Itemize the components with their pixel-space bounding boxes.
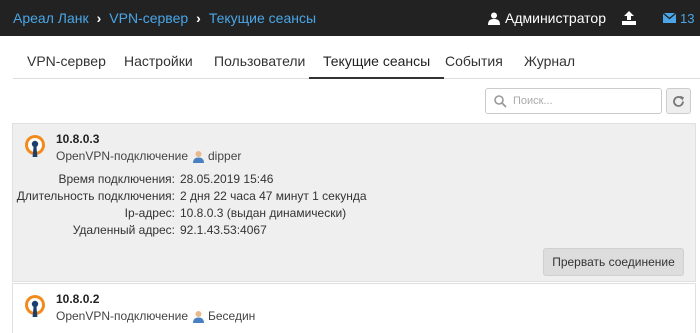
breadcrumb-separator-icon: › [96, 10, 102, 26]
tab-vpn-server[interactable]: VPN-сервер [13, 45, 120, 79]
tab-log[interactable]: Журнал [510, 45, 589, 79]
detail-label: Удаленный адрес: [72, 223, 175, 237]
breadcrumb-vpn-link[interactable]: VPN-сервер [109, 10, 188, 26]
detail-label: Ip-адрес: [124, 206, 175, 220]
session-ip-title: 10.8.0.2 [56, 292, 100, 306]
messages-button[interactable]: 13 [663, 0, 694, 36]
session-user: Беседин [208, 309, 256, 323]
search-box [485, 88, 662, 114]
refresh-icon [673, 95, 684, 107]
user-icon [488, 12, 500, 25]
session-user: dipper [208, 149, 242, 163]
detail-value: 2 дня 22 часа 47 минут 1 секунда [180, 189, 367, 203]
session-card: 10.8.0.3 OpenVPN-подключение dipper Врем… [12, 123, 696, 282]
user-menu[interactable]: Администратор [488, 0, 606, 36]
detail-value: 10.8.0.3 (выдан динамически) [180, 206, 347, 220]
search-icon [494, 95, 507, 108]
detail-label: Длительность подключения: [16, 189, 175, 203]
tab-current-sessions[interactable]: Текущие сеансы [309, 45, 445, 79]
user-avatar-icon [193, 150, 204, 163]
user-avatar-icon [193, 310, 204, 323]
tab-events[interactable]: События [431, 45, 517, 79]
breadcrumb-current[interactable]: Текущие сеансы [209, 10, 316, 26]
session-ip-title: 10.8.0.3 [56, 132, 100, 146]
refresh-button[interactable] [666, 88, 691, 114]
connection-type: OpenVPN-подключение [56, 149, 188, 163]
upload-icon [622, 11, 636, 25]
connection-type: OpenVPN-подключение [56, 309, 188, 323]
detail-label: Время подключения: [58, 172, 175, 186]
session-subtitle: OpenVPN-подключение Беседин [56, 309, 255, 323]
tab-bar: VPN-сервер Настройки Пользователи Текущи… [13, 45, 700, 79]
openvpn-icon [25, 135, 45, 157]
breadcrumb-root-link[interactable]: Ареал Ланк [13, 10, 89, 26]
tab-users[interactable]: Пользователи [200, 45, 319, 79]
top-bar: Ареал Ланк › VPN-сервер › Текущие сеансы… [0, 0, 700, 36]
search-input[interactable] [513, 91, 658, 111]
upload-button[interactable] [622, 11, 636, 30]
disconnect-button[interactable]: Прервать соединение [543, 248, 684, 276]
detail-value: 92.1.43.53:4067 [180, 223, 267, 237]
user-name: Администратор [505, 10, 607, 26]
breadcrumb-separator-icon: › [196, 10, 201, 26]
mail-count: 13 [680, 10, 695, 26]
session-subtitle: OpenVPN-подключение dipper [56, 149, 241, 163]
detail-value: 28.05.2019 15:46 [180, 172, 274, 186]
session-card: 10.8.0.2 OpenVPN-подключение Беседин [12, 283, 696, 333]
breadcrumb: Ареал Ланк › VPN-сервер › Текущие сеансы [13, 0, 316, 36]
mail-icon [663, 13, 676, 23]
openvpn-icon [25, 295, 45, 317]
tab-settings[interactable]: Настройки [110, 45, 207, 79]
